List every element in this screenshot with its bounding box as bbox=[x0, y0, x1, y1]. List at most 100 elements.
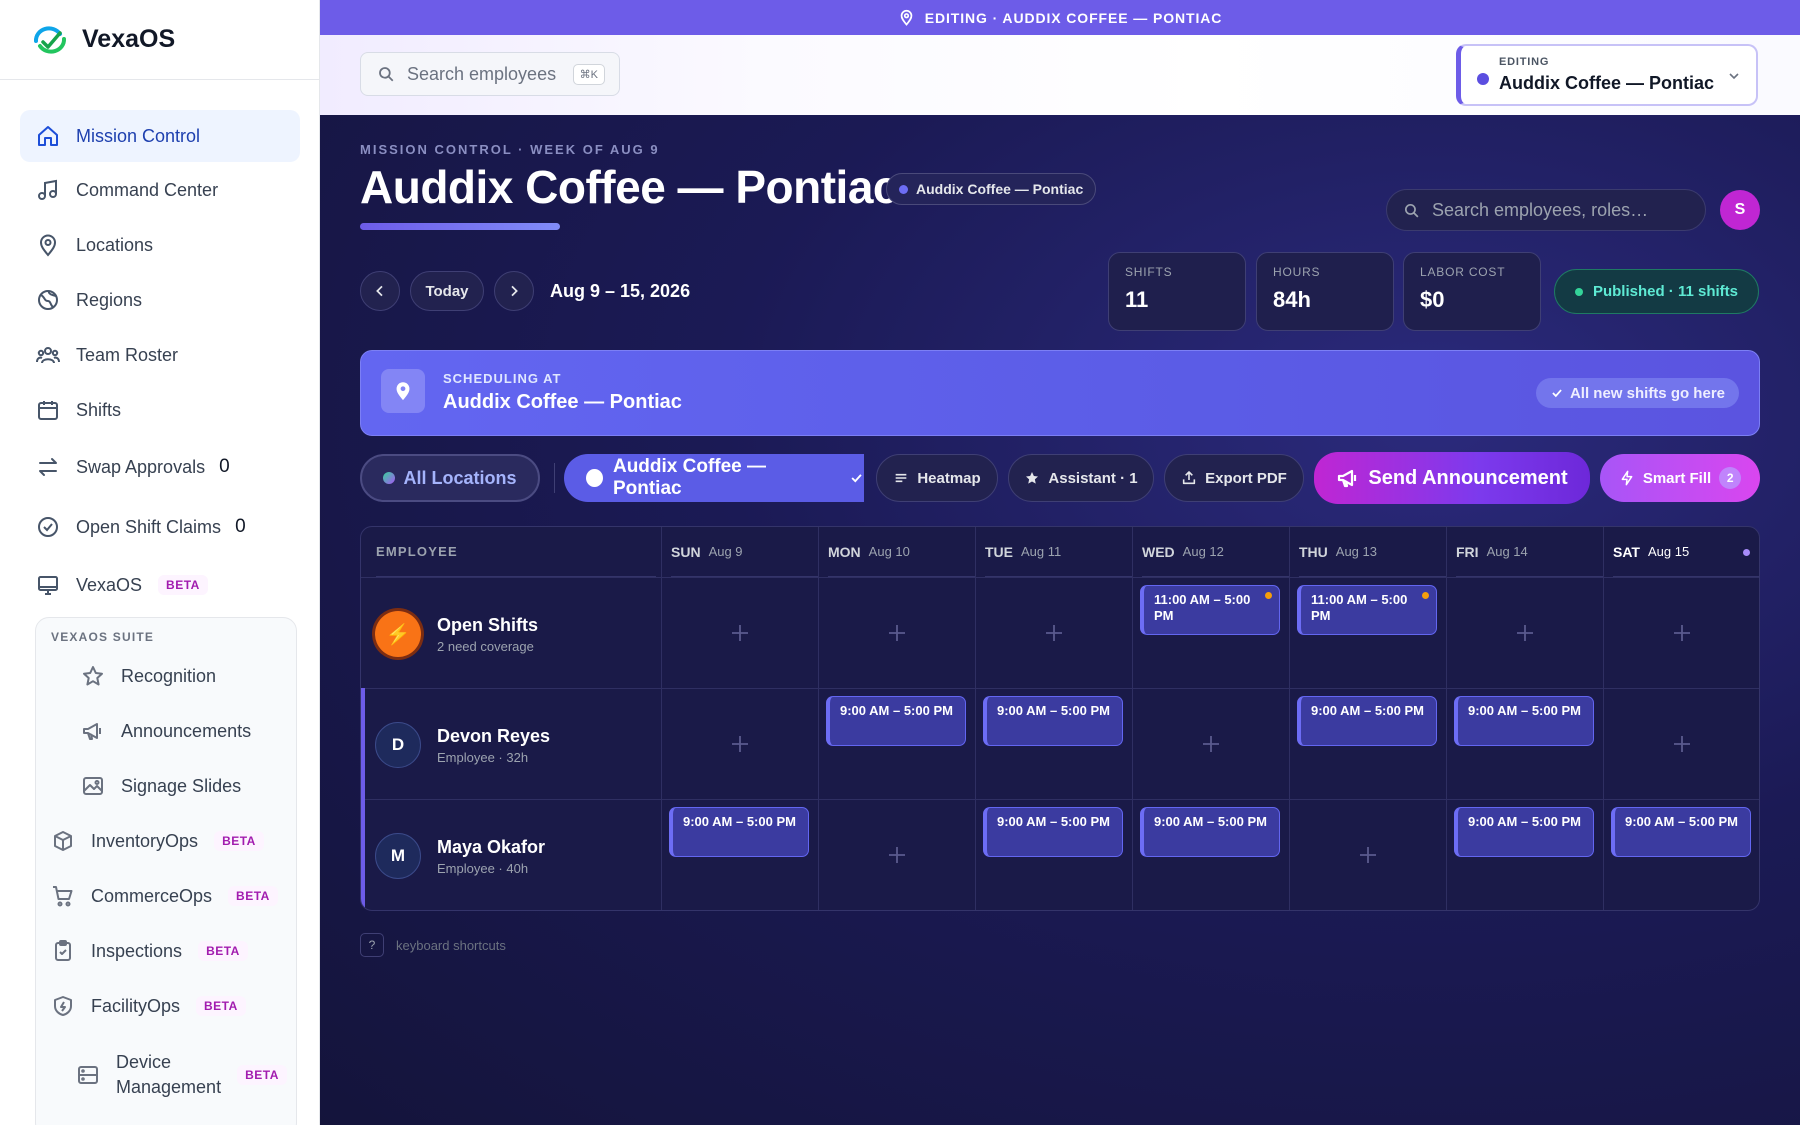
schedule-grid: EMPLOYEE SUN Aug 9 MON Aug 10 TUE Aug 11 WED Au… bbox=[360, 526, 1760, 911]
next-week-button[interactable] bbox=[494, 271, 534, 311]
upload-icon bbox=[1183, 471, 1196, 485]
grid-column-divider bbox=[661, 527, 662, 910]
suite-item-device-management[interactable]: Device Management BETA bbox=[76, 1050, 287, 1100]
current-location-button[interactable]: Auddix Coffee — Pontiac bbox=[564, 454, 864, 502]
suite-item-announcements[interactable]: Announcements bbox=[81, 719, 251, 743]
shift-block[interactable]: 9:00 AM – 5:00 PM bbox=[669, 807, 809, 857]
scheduling-at-banner: SCHEDULING AT Auddix Coffee — Pontiac Al… bbox=[360, 350, 1760, 436]
add-shift-plus-icon[interactable] bbox=[1201, 734, 1221, 754]
shift-time: 9:00 AM – 5:00 PM bbox=[1154, 814, 1267, 829]
star-icon bbox=[1026, 472, 1039, 484]
sidebar-item-team-roster[interactable]: Team Roster bbox=[20, 329, 300, 381]
add-shift-plus-icon[interactable] bbox=[1358, 845, 1378, 865]
suite-item-label: Inspections bbox=[91, 940, 183, 961]
today-button[interactable]: Today bbox=[410, 271, 484, 311]
sidebar-item-vexaos[interactable]: VexaOS BETA bbox=[20, 559, 300, 611]
day-header-thu: THU Aug 13 bbox=[1299, 527, 1446, 577]
published-status-badge[interactable]: Published · 11 shifts bbox=[1554, 269, 1759, 314]
stat-label: HOURS bbox=[1273, 265, 1321, 279]
assistant-button[interactable]: Assistant · 1 bbox=[1008, 454, 1154, 502]
row-name: Devon Reyes bbox=[437, 726, 551, 746]
add-shift-plus-icon[interactable] bbox=[1672, 623, 1692, 643]
grid-column-divider bbox=[1446, 527, 1447, 910]
assistant-label: Assistant · 1 bbox=[1048, 469, 1138, 487]
grid-column-divider bbox=[1132, 527, 1133, 910]
suite-item-inventoryops[interactable]: InventoryOps BETA bbox=[51, 829, 264, 853]
search-shortcut: ⌘K bbox=[572, 63, 605, 85]
add-shift-plus-icon[interactable] bbox=[730, 734, 750, 754]
add-shift-plus-icon[interactable] bbox=[730, 623, 750, 643]
location-switcher[interactable]: EDITING Auddix Coffee — Pontiac bbox=[1456, 44, 1758, 106]
shift-block[interactable]: 9:00 AM – 5:00 PM bbox=[1454, 807, 1594, 857]
shift-block[interactable]: 9:00 AM – 5:00 PM bbox=[983, 696, 1123, 746]
chevron-left-icon bbox=[376, 285, 383, 297]
employee-avatar: M bbox=[375, 833, 421, 879]
export-pdf-button[interactable]: Export PDF bbox=[1164, 454, 1304, 502]
open-shift-block[interactable]: 11:00 AM – 5:00 PM bbox=[1140, 585, 1280, 635]
roster-search-input[interactable]: Search employees, roles… bbox=[1386, 189, 1706, 231]
sidebar-item-swap-approvals[interactable]: Swap Approvals 0 bbox=[20, 441, 300, 493]
grid-column-divider bbox=[1289, 527, 1290, 910]
location-radio-icon bbox=[586, 469, 603, 487]
sidebar-item-label: Swap Approvals bbox=[76, 456, 206, 477]
shift-block[interactable]: 9:00 AM – 5:00 PM bbox=[1454, 696, 1594, 746]
day-date: Aug 10 bbox=[868, 544, 910, 559]
editing-label: EDITING bbox=[1499, 56, 1550, 68]
grid-column-divider bbox=[975, 527, 976, 910]
shift-time: 11:00 AM – 5:00 PM bbox=[1154, 592, 1251, 623]
sidebar-item-open-shift-claims[interactable]: Open Shift Claims 0 bbox=[20, 501, 300, 553]
title-underline bbox=[360, 223, 560, 230]
sidebar-item-regions[interactable]: Regions bbox=[20, 274, 300, 326]
keyboard-shortcuts-hint[interactable]: ? keyboard shortcuts bbox=[360, 933, 506, 957]
suite-item-commerceops[interactable]: CommerceOps BETA bbox=[51, 884, 278, 908]
search-input[interactable]: Search employees ⌘K bbox=[360, 52, 620, 96]
shift-block[interactable]: 9:00 AM – 5:00 PM bbox=[1611, 807, 1751, 857]
shift-block[interactable]: 9:00 AM – 5:00 PM bbox=[1297, 696, 1437, 746]
employee-row-header[interactable]: M Maya Okafor Employee · 40h bbox=[361, 799, 661, 910]
add-shift-plus-icon[interactable] bbox=[887, 845, 907, 865]
users-icon bbox=[36, 347, 60, 364]
add-shift-plus-icon[interactable] bbox=[887, 623, 907, 643]
sidebar-item-label: Team Roster bbox=[76, 344, 179, 365]
suite-item-facilityops[interactable]: FacilityOps BETA bbox=[51, 994, 246, 1018]
all-locations-button[interactable]: All Locations bbox=[360, 454, 540, 502]
sidebar-item-command-center[interactable]: Command Center bbox=[20, 164, 300, 216]
sidebar-item-locations[interactable]: Locations bbox=[20, 219, 300, 271]
stat-value: 11 bbox=[1125, 287, 1149, 312]
keyboard-shortcuts-label: keyboard shortcuts bbox=[396, 937, 506, 953]
suite-item-label: Announcements bbox=[121, 720, 252, 741]
megaphone-icon bbox=[1338, 469, 1357, 488]
add-shift-plus-icon[interactable] bbox=[1044, 623, 1064, 643]
open-shift-block[interactable]: 11:00 AM – 5:00 PM bbox=[1297, 585, 1437, 635]
employee-row-header[interactable]: D Devon Reyes Employee · 32h bbox=[361, 688, 661, 799]
row-subtitle: 2 need coverage bbox=[437, 639, 534, 654]
add-shift-plus-icon[interactable] bbox=[1672, 734, 1692, 754]
heatmap-label: Heatmap bbox=[917, 469, 981, 487]
user-avatar[interactable]: S bbox=[1720, 190, 1760, 230]
suite-item-inspections[interactable]: Inspections BETA bbox=[51, 939, 248, 963]
stat-label: LABOR COST bbox=[1420, 265, 1506, 279]
smart-fill-button[interactable]: Smart Fill 2 bbox=[1600, 454, 1760, 502]
suite-item-recognition[interactable]: Recognition bbox=[81, 664, 216, 688]
day-header-fri: FRI Aug 14 bbox=[1456, 527, 1603, 577]
heatmap-button[interactable]: Heatmap bbox=[876, 454, 998, 502]
suite-item-signage-slides[interactable]: Signage Slides bbox=[81, 774, 241, 798]
shift-time: 9:00 AM – 5:00 PM bbox=[1625, 814, 1738, 829]
previous-week-button[interactable] bbox=[360, 271, 400, 311]
sidebar-item-shifts[interactable]: Shifts bbox=[20, 384, 300, 436]
day-date: Aug 9 bbox=[708, 544, 743, 559]
add-shift-plus-icon[interactable] bbox=[1515, 623, 1535, 643]
open-shifts-row-header[interactable]: ⚡ Open Shifts 2 need coverage bbox=[361, 577, 661, 688]
search-icon bbox=[1404, 203, 1419, 217]
shield-icon bbox=[54, 996, 72, 1016]
shift-block[interactable]: 9:00 AM – 5:00 PM bbox=[1140, 807, 1280, 857]
shift-time: 11:00 AM – 5:00 PM bbox=[1311, 592, 1408, 623]
sidebar-item-mission-control[interactable]: Mission Control bbox=[20, 110, 300, 162]
send-announcement-button[interactable]: Send Announcement bbox=[1314, 452, 1590, 504]
suite-item-label: Device Management bbox=[116, 1052, 222, 1097]
shift-block[interactable]: 9:00 AM – 5:00 PM bbox=[826, 696, 966, 746]
star-icon bbox=[83, 666, 103, 686]
shift-block[interactable]: 9:00 AM – 5:00 PM bbox=[983, 807, 1123, 857]
grid-column-divider bbox=[1603, 527, 1604, 910]
brand[interactable]: VexaOS bbox=[0, 0, 319, 80]
